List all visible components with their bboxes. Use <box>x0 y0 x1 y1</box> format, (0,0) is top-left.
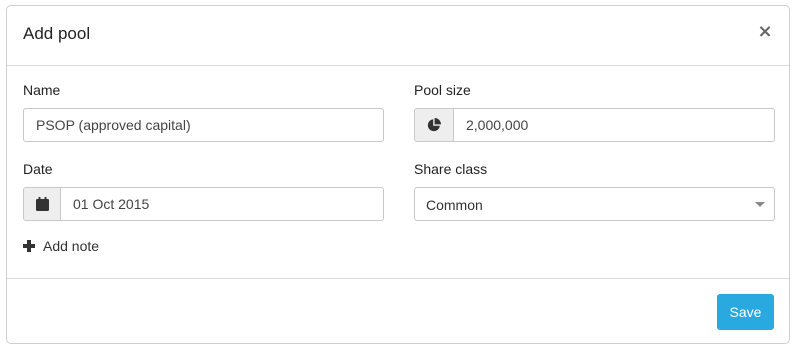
pie-chart-icon <box>427 118 441 132</box>
date-field-wrapper <box>23 187 384 221</box>
modal-body: Name Pool size Date <box>7 66 789 279</box>
share-class-label: Share class <box>414 161 488 177</box>
modal-title: Add pool <box>23 24 91 43</box>
close-button[interactable]: × <box>757 23 773 41</box>
modal-header: Add pool × <box>7 6 789 66</box>
name-input[interactable] <box>24 109 383 141</box>
pool-size-label: Pool size <box>414 82 471 98</box>
add-note-link[interactable]: Add note <box>23 238 99 254</box>
date-label: Date <box>23 161 53 177</box>
name-label: Name <box>23 82 61 98</box>
name-field-wrapper <box>23 108 384 142</box>
date-addon[interactable] <box>24 188 61 220</box>
add-pool-modal: Add pool × Name Pool size Date <box>6 5 790 344</box>
plus-icon <box>23 240 35 252</box>
caret-down-icon <box>755 202 765 207</box>
share-class-select[interactable]: Common <box>414 187 775 221</box>
calendar-icon <box>35 197 49 211</box>
save-button[interactable]: Save <box>717 294 774 330</box>
pool-size-addon <box>415 109 454 141</box>
share-class-value: Common <box>426 197 483 213</box>
pool-size-field-wrapper <box>414 108 775 142</box>
modal-footer: Save <box>7 279 789 345</box>
pool-size-input[interactable] <box>454 109 774 141</box>
date-input[interactable] <box>61 188 383 220</box>
add-note-label: Add note <box>43 238 100 254</box>
